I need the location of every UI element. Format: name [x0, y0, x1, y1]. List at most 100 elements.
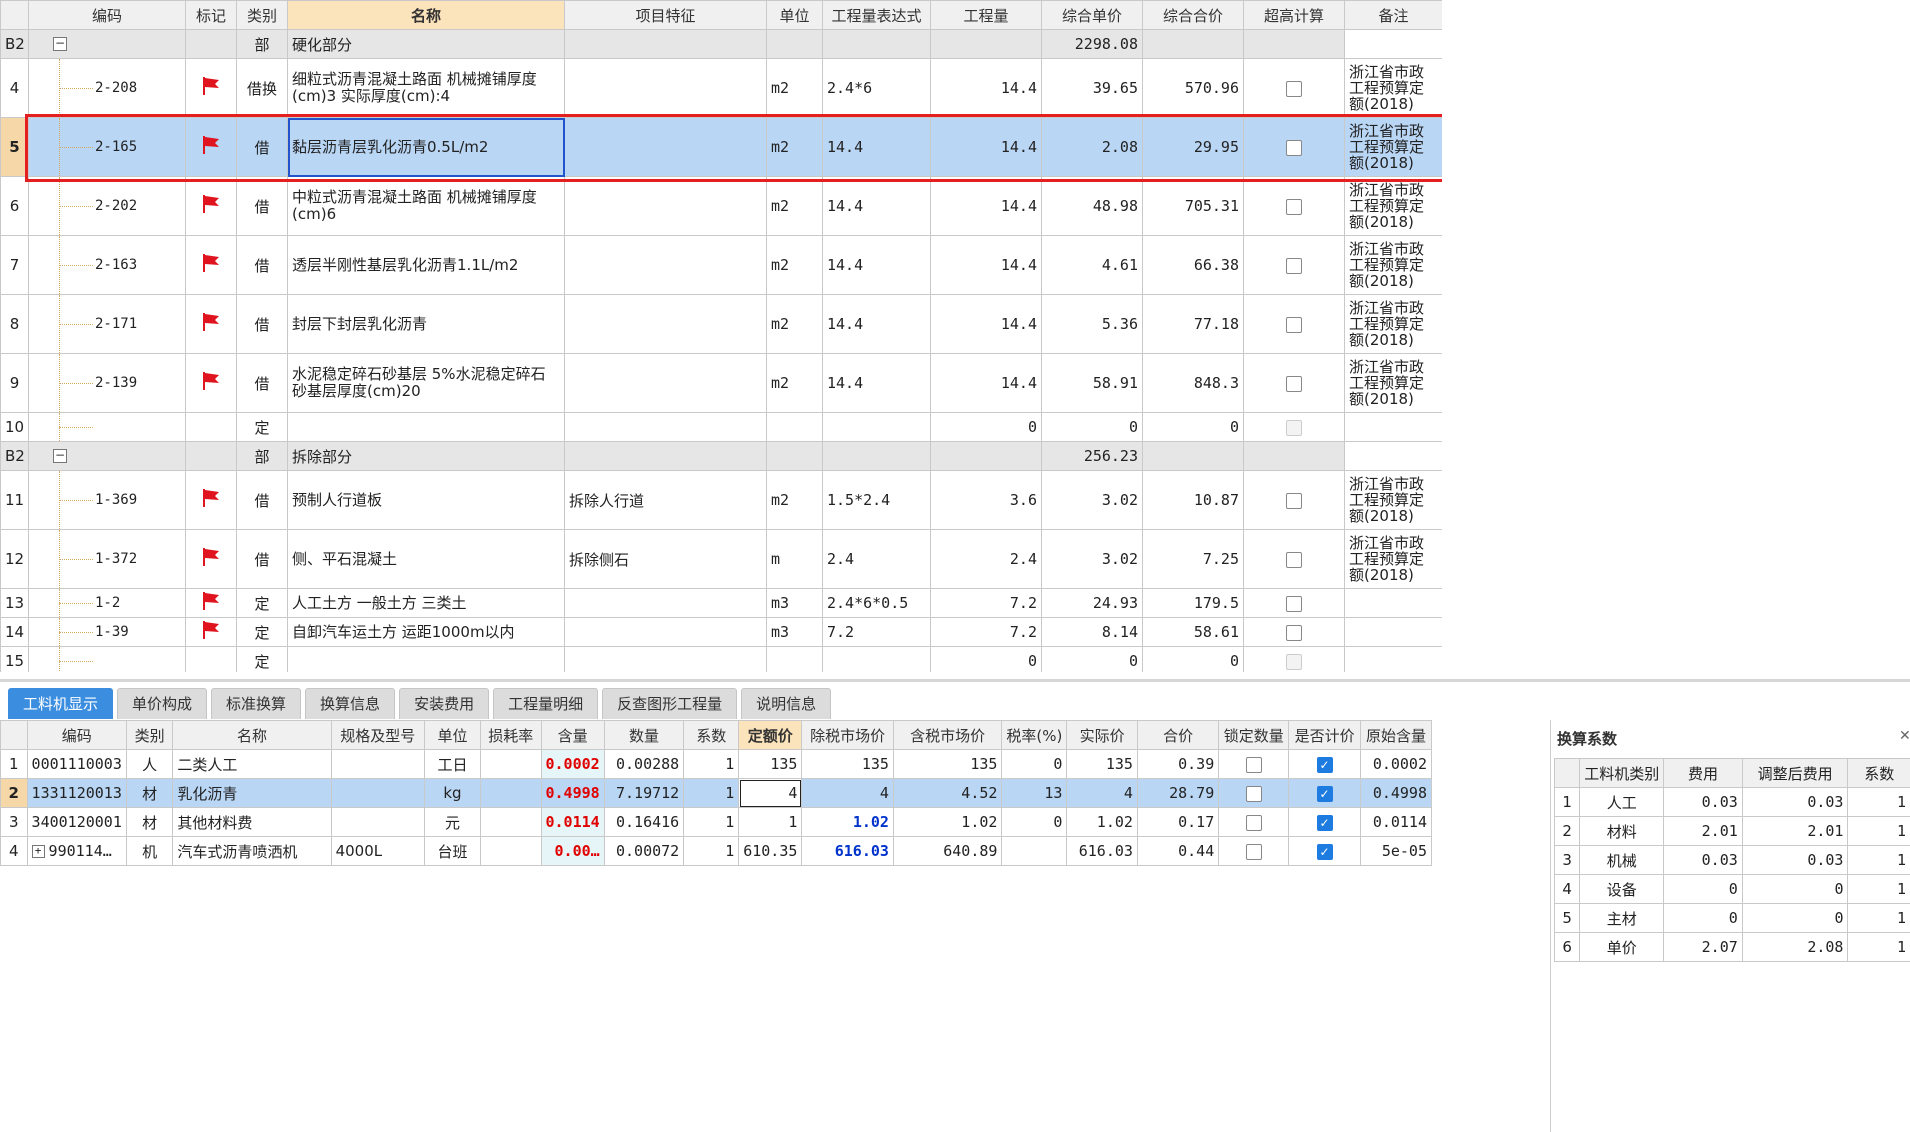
spec-cell[interactable] [330, 807, 425, 837]
expr-cell[interactable]: 2.4 [822, 529, 931, 589]
total-cell[interactable]: 0.17 [1136, 807, 1220, 837]
code-cell[interactable]: 2-202 [28, 176, 186, 236]
spec-cell[interactable]: 4000L [330, 836, 425, 866]
resource-col-5[interactable]: 损耗率 [479, 720, 542, 750]
code-cell[interactable]: 1-372 [28, 529, 186, 589]
resource-col-16[interactable]: 是否计价 [1288, 720, 1361, 750]
coefficient-row[interactable]: 3 机械 0.03 0.03 1 [1553, 845, 1910, 875]
tax-cell[interactable] [1001, 836, 1068, 866]
tax-cell[interactable]: 13 [1001, 778, 1068, 808]
market-cell[interactable]: 4 [801, 778, 894, 808]
tab-6[interactable]: 反查图形工程量 [602, 688, 738, 719]
checkbox-icon[interactable]: ✓ [1316, 843, 1333, 860]
coef-value[interactable]: 1 [1847, 903, 1910, 933]
selected-resource-row[interactable]: 2 1331120013 材乳化沥青 kg 0.4998 7.19712 1 4 4 4.52 13… [0, 778, 1433, 808]
feature-cell[interactable] [564, 294, 767, 354]
content-cell[interactable]: 0.4998 [540, 778, 605, 808]
checkbox-icon[interactable] [1245, 785, 1262, 802]
tab-1[interactable]: 单价构成 [117, 688, 208, 719]
resource-col-12[interactable]: 税率(%) [1001, 720, 1068, 750]
checkbox-icon[interactable] [1245, 814, 1262, 831]
coef-cell[interactable]: 1 [683, 836, 740, 866]
col-category[interactable]: 类别 [236, 0, 288, 30]
expr-cell[interactable] [822, 412, 931, 442]
unit-cell[interactable]: 工日 [423, 749, 481, 779]
expr-cell[interactable]: 14.4 [822, 353, 931, 413]
tab-7[interactable]: 说明信息 [741, 688, 832, 719]
tab-0[interactable]: 工料机显示 [8, 688, 114, 719]
resource-col-1[interactable]: 类别 [125, 720, 174, 750]
tax-cell[interactable]: 0 [1001, 807, 1068, 837]
minus-box-icon[interactable]: − [53, 37, 67, 51]
resource-code[interactable]: +990114… [26, 836, 127, 866]
super-height-cell[interactable] [1243, 412, 1345, 442]
category-cell[interactable]: 借 [236, 529, 288, 589]
coef-col-2[interactable]: 调整后费用 [1741, 758, 1849, 788]
mark-cell[interactable] [185, 58, 237, 118]
actual-cell[interactable]: 1.02 [1066, 807, 1138, 837]
item-name[interactable] [287, 412, 565, 442]
orig-cell[interactable]: 5e-05 [1359, 836, 1433, 866]
item-name[interactable]: 封层下封层乳化沥青 [287, 294, 565, 354]
code-cell[interactable] [28, 412, 186, 442]
feature-cell[interactable] [564, 117, 767, 177]
resource-col-3[interactable]: 规格及型号 [330, 720, 425, 750]
coef-value[interactable]: 1 [1847, 787, 1910, 817]
plus-box-icon[interactable]: + [31, 845, 45, 858]
mark-cell[interactable] [185, 617, 237, 647]
close-icon[interactable]: ✕ [1899, 728, 1910, 744]
resource-row[interactable]: 4 +990114… 机汽车式沥青喷洒机 4000L 台班 0.00… 0.00072 1 61… [0, 836, 1433, 866]
category-cell[interactable]: 借 [236, 117, 288, 177]
col-feature[interactable]: 项目特征 [564, 0, 767, 30]
category-cell[interactable]: 定 [236, 617, 288, 647]
feature-cell[interactable] [564, 235, 767, 295]
checkbox-icon[interactable] [1245, 843, 1262, 860]
cat-cell[interactable]: 人 [125, 749, 174, 779]
category-cell[interactable]: 定 [236, 646, 288, 672]
super-height-cell[interactable] [1243, 588, 1345, 618]
col-qty[interactable]: 工程量 [930, 0, 1042, 30]
super-height-cell[interactable] [1243, 235, 1345, 295]
checkbox-icon[interactable] [1286, 624, 1302, 641]
expr-cell[interactable]: 14.4 [822, 176, 931, 236]
mark-cell[interactable] [185, 117, 237, 177]
checkbox-icon[interactable] [1286, 551, 1302, 568]
mark-cell[interactable] [185, 235, 237, 295]
super-height-cell[interactable] [1243, 470, 1345, 530]
item-row[interactable]: 12 1-372 借侧、平石混凝土 拆除侧石 m 2.4 2.4 3.02 7.25 浙江省市政工… [0, 529, 1442, 589]
priced-cell[interactable]: ✓ [1288, 749, 1361, 779]
tab-4[interactable]: 安装费用 [399, 688, 490, 719]
resource-col-4[interactable]: 单位 [423, 720, 481, 750]
super-height-cell[interactable] [1243, 176, 1345, 236]
mark-cell[interactable] [185, 646, 237, 672]
coefficient-row[interactable]: 2 材料 2.01 2.01 1 [1553, 816, 1910, 846]
col-name[interactable]: 名称 [287, 0, 565, 30]
priced-cell[interactable]: ✓ [1288, 836, 1361, 866]
qty-cell[interactable]: 0.16416 [603, 807, 685, 837]
item-row[interactable]: 10 定 0 0 0 [0, 412, 1442, 442]
cat-cell[interactable]: 材 [125, 778, 174, 808]
unit-cell[interactable]: m2 [766, 58, 823, 118]
coef-value[interactable]: 1 [1847, 816, 1910, 846]
resource-col-13[interactable]: 实际价 [1066, 720, 1138, 750]
feature-cell[interactable]: 拆除人行道 [564, 470, 767, 530]
super-height-cell[interactable] [1243, 58, 1345, 118]
category-cell[interactable]: 借 [236, 353, 288, 413]
code-cell[interactable] [28, 646, 186, 672]
market-price-cell[interactable]: 616.03 [801, 836, 894, 866]
expr-cell[interactable]: 7.2 [822, 617, 931, 647]
resource-row[interactable]: 1 0001110003 人二类人工 工日 0.0002 0.00288 1 135 135 13… [0, 749, 1433, 779]
feature-cell[interactable] [564, 412, 767, 442]
col-expr[interactable]: 工程量表达式 [822, 0, 931, 30]
coefficient-row[interactable]: 1 人工 0.03 0.03 1 [1553, 787, 1910, 817]
item-name[interactable]: 细粒式沥青混凝土路面 机械摊铺厚度(cm)3 实际厚度(cm):4 [287, 58, 565, 118]
expr-cell[interactable]: 2.4*6 [822, 58, 931, 118]
selected-item-row[interactable]: 5 2-165 借黏层沥青层乳化沥青0.5L/m2 m2 14.4 14.4 2.08 29.… [0, 117, 1442, 177]
checkbox-icon[interactable] [1286, 492, 1302, 509]
item-row[interactable]: 7 2-163 借透层半刚性基层乳化沥青1.1L/m2 m2 14.4 14.4 4.61 6… [0, 235, 1442, 295]
item-row[interactable]: 4 2-208 借换 细粒式沥青混凝土路面 机械摊铺厚度(cm)3 实际厚度(cm):… [0, 58, 1442, 118]
cat-cell[interactable]: 材 [125, 807, 174, 837]
unit-cell[interactable]: m2 [766, 353, 823, 413]
expr-cell[interactable]: 1.5*2.4 [822, 470, 931, 530]
coef-value[interactable]: 1 [1847, 874, 1910, 904]
